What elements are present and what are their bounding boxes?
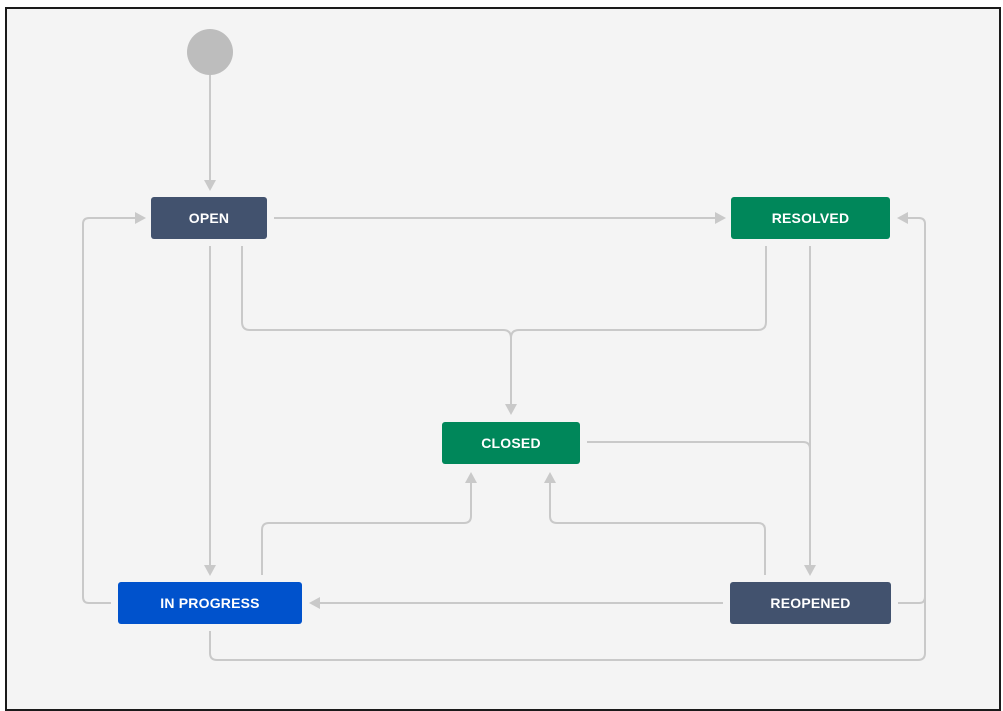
status-in-progress[interactable]: IN PROGRESS — [118, 582, 302, 624]
transition-reopened-to-closed[interactable] — [544, 472, 766, 575]
start-node[interactable] — [187, 29, 233, 75]
transition-open-to-resolved[interactable] — [274, 212, 726, 224]
status-closed[interactable]: CLOSED — [442, 422, 580, 464]
transition-open-to-in-progress[interactable] — [204, 246, 216, 576]
transition-resolved-to-reopened[interactable] — [804, 246, 816, 576]
transition-closed-to-reopened[interactable] — [587, 441, 811, 450]
status-resolved[interactable]: RESOLVED — [731, 197, 890, 239]
transition-resolved-to-closed[interactable] — [510, 246, 767, 339]
transition-reopened-to-in-progress[interactable] — [309, 597, 723, 609]
status-open[interactable]: OPEN — [151, 197, 267, 239]
transition-in-progress-to-open[interactable] — [82, 212, 146, 604]
transition-reopened-to-resolved[interactable] — [898, 596, 926, 604]
transition-start-to-open[interactable] — [204, 75, 216, 191]
transition-open-to-closed[interactable] — [241, 246, 517, 415]
transition-in-progress-to-closed[interactable] — [261, 472, 477, 575]
status-reopened[interactable]: REOPENED — [730, 582, 891, 624]
